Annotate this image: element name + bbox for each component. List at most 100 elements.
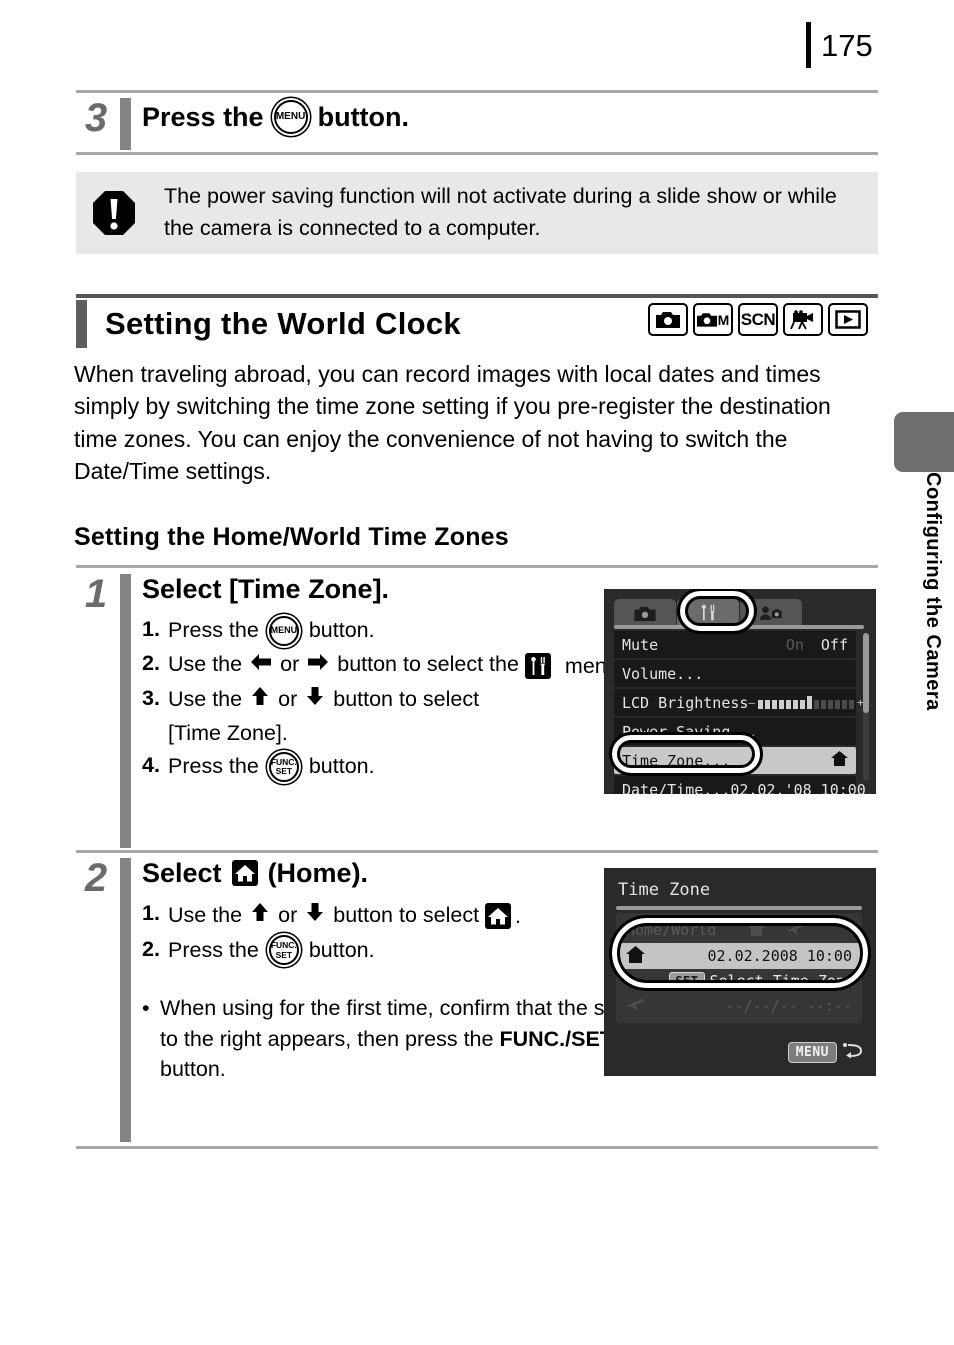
return-arrow-icon [842, 1041, 864, 1064]
airplane-icon [787, 921, 806, 940]
step-1-title: Select [Time Zone]. [142, 574, 390, 604]
lcd-footer-hint: MENU [787, 1041, 864, 1064]
section-heading-bar [76, 300, 87, 348]
menu-button-icon-label: MENU [275, 111, 306, 122]
caution-text: The power saving function will not activ… [164, 184, 837, 241]
note-post: button. [160, 1057, 226, 1082]
substep-pre: Press the [168, 618, 259, 643]
settings-tab[interactable] [677, 599, 739, 627]
table-row[interactable]: Time Zone... [614, 747, 856, 774]
home-world-label: Home/World [626, 921, 717, 939]
substep-or: or [278, 902, 298, 927]
substep-index: 1. [142, 901, 160, 926]
section-intro-paragraph: When traveling abroad, you can record im… [74, 361, 831, 485]
list-item: 3. Use the or button to select [Time Zon… [142, 683, 662, 748]
sub-heading: Setting the Home/World Time Zones [74, 523, 509, 551]
page-number-rule [806, 22, 811, 68]
playback-mode-icon [828, 303, 868, 336]
list-item: 1. Use the or button to select . [142, 898, 662, 932]
lcd-tabbar [614, 597, 803, 627]
table-row[interactable]: Power Saving... [614, 718, 856, 745]
substep-text: Press the FUNC. SET button. [168, 934, 375, 966]
substep-post: button. [308, 618, 375, 643]
step2-top-rule [76, 850, 878, 853]
shooting-tab[interactable] [614, 599, 676, 627]
lcd-screenshot-settings-menu: Mute On Off Volume... LCD Brightness – +… [604, 589, 876, 794]
mute-on-option[interactable]: On [786, 636, 804, 654]
my-camera-tab[interactable] [740, 599, 802, 627]
table-row: Home/World [616, 917, 862, 943]
substep-pre: Press the [168, 754, 259, 779]
substep-index: 1. [142, 617, 160, 642]
table-row[interactable]: Volume... [614, 660, 856, 687]
substep-index: 4. [142, 753, 160, 778]
table-row[interactable]: Mute On Off [614, 631, 856, 658]
scene-mode-icon: SCN [738, 303, 778, 336]
step-3-title-post: button. [317, 101, 410, 132]
list-item: 2. Press the FUNC. SET button. [142, 934, 662, 966]
select-time-zone-hint: SET Select Time Zone [616, 969, 862, 993]
step-2-note-text: When using for the first time, confirm t… [160, 993, 662, 1085]
side-tab-marker [894, 412, 954, 472]
step-2-title-post: (Home). [267, 858, 369, 888]
menu-badge: MENU [787, 1042, 837, 1063]
section-heading: Setting the World Clock M SCN [76, 300, 878, 348]
substep-post: button. [308, 754, 375, 779]
table-row[interactable]: LCD Brightness – + [614, 689, 864, 716]
menu-row-label: Time Zone... [622, 751, 731, 770]
bullet-dot: • [142, 996, 150, 1021]
home-icon [626, 945, 645, 967]
func-set-button-icon: FUNC. SET [268, 935, 299, 966]
step3-bottom-rule [76, 152, 878, 155]
table-row[interactable]: --/--/-- --:-- [616, 993, 862, 1019]
mode-icon-group: M SCN [648, 303, 868, 336]
step2-bottom-rule [76, 1146, 878, 1149]
caution-box: The power saving function will not activ… [76, 172, 878, 254]
down-arrow-icon [306, 900, 324, 931]
lcd-tab-underline [614, 625, 864, 629]
settings-tools-icon [524, 653, 551, 680]
set-badge: SET [669, 972, 705, 990]
caution-exclamation-icon [92, 190, 136, 241]
menu-button-icon-label: MENU [270, 625, 298, 636]
lcd-time-zone-title: Time Zone [618, 880, 711, 900]
section-heading-text: Setting the World Clock [105, 306, 461, 341]
func-set-line1: FUNC. [270, 756, 297, 767]
home-icon [485, 903, 512, 930]
up-arrow-icon [251, 684, 269, 715]
substep-post: button to select [333, 902, 480, 927]
step-2-bar [120, 858, 131, 1142]
manual-mode-icon: M [693, 303, 733, 336]
func-set-line2: SET [275, 949, 293, 960]
step3-top-rule [76, 90, 878, 93]
substep-index: 3. [142, 686, 160, 711]
substep-pre: Press the [168, 937, 259, 962]
list-item: 2. Use the or button to select the menu. [142, 648, 662, 682]
menu-row-label: Mute [622, 635, 659, 654]
menu-row-value: 02.02.'08 10:00 [730, 780, 866, 795]
step-3-title: Press the MENU button. [142, 100, 409, 134]
scene-mode-label: SCN [740, 309, 776, 329]
select-time-zone-text: Select Time Zone [709, 972, 855, 990]
substep-post2: . [515, 904, 522, 929]
menu-button-icon: MENU [268, 615, 299, 646]
home-icon [748, 920, 765, 940]
lcd-scrollbar-thumb[interactable] [863, 633, 869, 713]
lcd-screenshot-time-zone: Time Zone Home/World 02.02.2008 10:00 SE… [604, 868, 876, 1076]
substep-text: Use the or button to select . [168, 898, 521, 932]
down-arrow-icon [306, 684, 324, 715]
step-3-title-pre: Press the [142, 101, 264, 132]
table-row[interactable]: 02.02.2008 10:00 [616, 943, 862, 969]
step1-top-rule [76, 565, 878, 568]
step-2-note: • When using for the first time, confirm… [142, 993, 662, 1085]
func-set-button-icon: FUNC. SET [268, 751, 299, 782]
note-bold: FUNC./SET [499, 1026, 613, 1051]
lcd-brightness-slider[interactable]: – + [748, 696, 864, 709]
mute-off-option[interactable]: Off [821, 636, 848, 654]
page-number: 175 [821, 27, 873, 63]
time-zone-panel: Home/World 02.02.2008 10:00 SET Select T… [616, 913, 862, 1023]
table-row[interactable]: Date/Time... 02.02.'08 10:00 [614, 776, 866, 794]
substep-post2: [Time Zone]. [168, 720, 288, 745]
lcd-scrollbar[interactable] [863, 633, 869, 781]
left-arrow-icon [250, 649, 272, 680]
